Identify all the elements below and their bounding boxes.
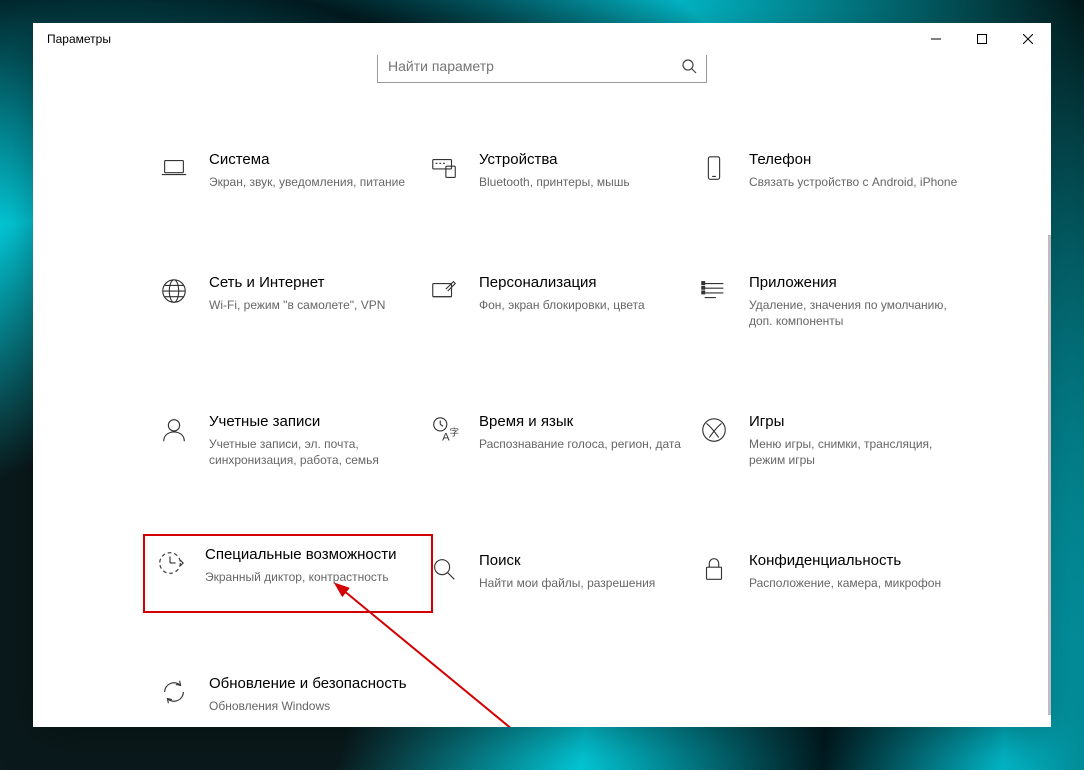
tile-desc: Найти мои файлы, разрешения: [479, 575, 689, 591]
xbox-icon: [697, 413, 731, 445]
sync-icon: [157, 675, 191, 707]
scrollbar-thumb[interactable]: [1048, 235, 1051, 715]
phone-icon: [697, 151, 731, 183]
tile-desc: Wi-Fi, режим "в самолете", VPN: [209, 297, 419, 313]
tile-desc: Распознавание голоса, регион, дата: [479, 436, 689, 452]
tile-devices[interactable]: Устройства Bluetooth, принтеры, мышь: [423, 145, 693, 196]
close-button[interactable]: [1005, 23, 1051, 55]
window-controls: [913, 23, 1051, 55]
scrollbar[interactable]: [1047, 95, 1051, 727]
tile-search[interactable]: Поиск Найти мои файлы, разрешения: [423, 546, 693, 597]
tile-title: Приложения: [749, 274, 959, 293]
tile-title: Конфиденциальность: [749, 552, 959, 571]
minimize-button[interactable]: [913, 23, 959, 55]
tile-system[interactable]: Система Экран, звук, уведомления, питани…: [153, 145, 423, 196]
search-box[interactable]: [377, 55, 707, 83]
settings-grid: Система Экран, звук, уведомления, питани…: [153, 145, 991, 720]
tile-personalization[interactable]: Персонализация Фон, экран блокировки, цв…: [423, 268, 693, 335]
tile-desc: Связать устройство с Android, iPhone: [749, 174, 959, 190]
paint-icon: [427, 274, 461, 306]
tile-desc: Удаление, значения по умолчанию, доп. ко…: [749, 297, 959, 329]
tile-desc: Учетные записи, эл. почта, синхронизация…: [209, 436, 419, 468]
tile-title: Поиск: [479, 552, 689, 571]
apps-icon: [697, 274, 731, 306]
tile-phone[interactable]: Телефон Связать устройство с Android, iP…: [693, 145, 963, 196]
tile-network[interactable]: Сеть и Интернет Wi-Fi, режим "в самолете…: [153, 268, 423, 335]
tile-desc: Расположение, камера, микрофон: [749, 575, 959, 591]
keyboard-icon: [427, 151, 461, 183]
tile-title: Устройства: [479, 151, 689, 170]
tile-apps[interactable]: Приложения Удаление, значения по умолчан…: [693, 268, 963, 335]
lock-icon: [697, 552, 731, 584]
tile-gaming[interactable]: Игры Меню игры, снимки, трансляция, режи…: [693, 407, 963, 474]
time-language-icon: A字: [427, 413, 461, 445]
globe-icon: [157, 274, 191, 306]
content-area: Система Экран, звук, уведомления, питани…: [33, 55, 1051, 727]
tile-title: Учетные записи: [209, 413, 419, 432]
tile-title: Специальные возможности: [205, 546, 423, 565]
tile-title: Обновление и безопасность: [209, 675, 419, 694]
tile-ease-of-access[interactable]: Специальные возможности Экранный диктор,…: [143, 534, 433, 613]
tile-desc: Bluetooth, принтеры, мышь: [479, 174, 689, 190]
tile-title: Сеть и Интернет: [209, 274, 419, 293]
tile-accounts[interactable]: Учетные записи Учетные записи, эл. почта…: [153, 407, 423, 474]
tile-desc: Фон, экран блокировки, цвета: [479, 297, 689, 313]
tile-title: Система: [209, 151, 419, 170]
tile-update[interactable]: Обновление и безопасность Обновления Win…: [153, 669, 423, 720]
tile-desc: Экран, звук, уведомления, питание: [209, 174, 419, 190]
tile-desc: Меню игры, снимки, трансляция, режим игр…: [749, 436, 959, 468]
laptop-icon: [157, 151, 191, 183]
maximize-button[interactable]: [959, 23, 1005, 55]
tile-title: Телефон: [749, 151, 959, 170]
svg-text:字: 字: [450, 427, 459, 438]
person-icon: [157, 413, 191, 445]
tile-title: Время и язык: [479, 413, 689, 432]
tile-title: Игры: [749, 413, 959, 432]
search-input[interactable]: [378, 58, 672, 74]
titlebar: Параметры: [33, 23, 1051, 55]
ease-of-access-icon: [153, 546, 187, 578]
settings-window: Параметры С: [33, 23, 1051, 727]
tile-desc: Экранный диктор, контрастность: [205, 569, 423, 585]
tile-time-language[interactable]: A字 Время и язык Распознавание голоса, ре…: [423, 407, 693, 474]
tile-desc: Обновления Windows: [209, 698, 419, 714]
tile-privacy[interactable]: Конфиденциальность Расположение, камера,…: [693, 546, 963, 597]
magnifier-icon: [427, 552, 461, 584]
window-title: Параметры: [47, 32, 111, 46]
search-icon: [672, 58, 706, 74]
tile-title: Персонализация: [479, 274, 689, 293]
